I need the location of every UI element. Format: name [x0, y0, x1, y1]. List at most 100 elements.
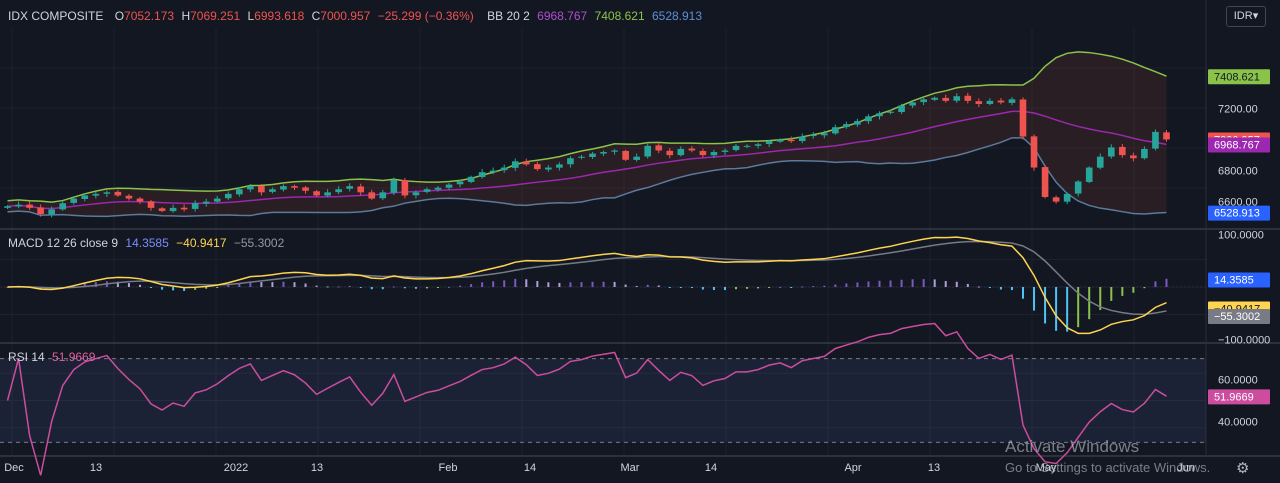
macd-hist-bar: [127, 283, 130, 287]
candle-body: [688, 148, 696, 151]
macd-hist-bar: [558, 282, 561, 287]
candle-body: [1074, 181, 1082, 194]
candle: [1152, 129, 1159, 151]
candle-body: [622, 150, 629, 160]
badge-text: 6968.767: [1214, 139, 1260, 151]
candle-body: [59, 203, 67, 210]
candle-body: [677, 148, 685, 156]
candle-body: [335, 189, 342, 193]
macd-hist-bar: [216, 287, 219, 288]
candle-body: [236, 189, 243, 195]
candle-body: [843, 124, 850, 127]
candle-body: [1008, 99, 1016, 103]
badge-text: −55.3002: [1214, 311, 1260, 323]
macd-hist-bar: [779, 286, 782, 288]
macd-hist-bar: [867, 281, 870, 287]
macd-hist-bar: [260, 282, 263, 287]
time-axis-label: 14: [524, 462, 536, 474]
macd-hist-bar: [1110, 287, 1113, 301]
macd-hist-bar: [492, 281, 495, 287]
macd-hist-bar: [1055, 287, 1058, 331]
macd-hist-bar: [459, 285, 462, 287]
candle-body: [809, 134, 817, 137]
macd-hist-bar: [326, 286, 329, 288]
candle-body: [765, 141, 773, 144]
currency-dropdown-button[interactable]: IDR▾: [1226, 6, 1266, 27]
candle-body: [1152, 131, 1159, 149]
candle-body: [732, 145, 740, 151]
candle-body: [1063, 193, 1071, 202]
macd-hist-bar: [999, 287, 1002, 290]
candle-body: [600, 152, 607, 154]
macd-hist-bar: [315, 285, 318, 287]
macd-hist-bar: [227, 285, 230, 287]
macd-hist-bar: [845, 283, 848, 287]
macd-label: MACD 12 26 close 9: [8, 236, 119, 250]
macd-hist-bar: [1132, 287, 1135, 293]
candle-body: [611, 150, 618, 152]
candle-body: [180, 207, 188, 210]
candle-body: [302, 187, 309, 191]
bb-upper-badge: 7408.621: [1208, 69, 1270, 85]
macd-hist-bar: [414, 287, 417, 289]
macd-tick-label: −100.0000: [1218, 334, 1270, 346]
bb-basis-value: 6968.767: [537, 9, 588, 23]
macd-hist-bar: [900, 279, 903, 287]
candle-body: [743, 145, 751, 147]
close-key: C: [311, 9, 321, 23]
candle-body: [776, 139, 784, 142]
macd-hist-bar: [1143, 287, 1146, 289]
activation-title: Activate Windows: [1005, 437, 1140, 456]
macd-hist-bar: [823, 285, 826, 287]
candle-body: [942, 97, 950, 101]
candle-body: [114, 191, 122, 196]
candle-body: [865, 116, 872, 122]
candle-body: [324, 192, 331, 196]
macd-hist-bar: [172, 287, 175, 291]
time-axis-label: Apr: [844, 462, 861, 474]
macd-hist-bar: [150, 287, 153, 288]
candle-body: [522, 161, 530, 165]
time-axis-label: 13: [90, 462, 102, 474]
candle-body: [699, 150, 707, 156]
candle-body: [202, 201, 210, 204]
macd-hist-bar: [668, 287, 671, 288]
macd-hist-bar: [304, 283, 307, 287]
macd-hist-bar: [1021, 287, 1024, 299]
macd-hist-bar: [514, 278, 517, 287]
candle-body: [1030, 136, 1038, 168]
candle: [1041, 165, 1049, 199]
candle-body: [997, 100, 1005, 103]
candle-body: [787, 139, 795, 142]
price-legend: IDX COMPOSITE O7052.173 H7069.251 L6993.…: [8, 9, 706, 23]
candle-body: [158, 208, 166, 211]
candle: [1063, 192, 1071, 205]
macd-hist-bar: [966, 283, 969, 287]
macd-hist-bar: [403, 287, 406, 289]
macd-hist-bar: [735, 287, 738, 290]
macd-hist-bar: [944, 281, 947, 287]
candle-body: [37, 207, 44, 215]
macd-hist-bar: [1121, 287, 1124, 296]
macd-hist-bar: [370, 287, 373, 290]
macd-hist-bar: [580, 282, 583, 287]
macd-hist-bar: [348, 285, 351, 287]
bb-band-fill: [7, 51, 1167, 217]
time-axis-label: Dec: [4, 462, 24, 474]
candle-body: [1019, 99, 1027, 137]
candle-body: [1041, 167, 1049, 197]
macd-hist-bar: [723, 287, 726, 291]
macd-legend: MACD 12 26 close 9 14.3585 −40.9417 −55.…: [8, 236, 288, 250]
macd-hist-badge: 14.3585: [1208, 272, 1270, 288]
candle-body: [467, 176, 475, 182]
candle-body: [1085, 167, 1093, 182]
macd-hist-bar: [525, 279, 528, 287]
macd-hist-bar: [161, 287, 164, 290]
gear-icon[interactable]: ⚙: [1236, 459, 1249, 477]
macd-hist-bar: [646, 284, 649, 287]
candle-body: [346, 186, 353, 189]
badge-text: 7408.621: [1214, 71, 1260, 83]
rsi-value-badge: 51.9669: [1208, 389, 1270, 405]
macd-hist-bar: [757, 287, 760, 289]
candle-body: [224, 193, 232, 199]
